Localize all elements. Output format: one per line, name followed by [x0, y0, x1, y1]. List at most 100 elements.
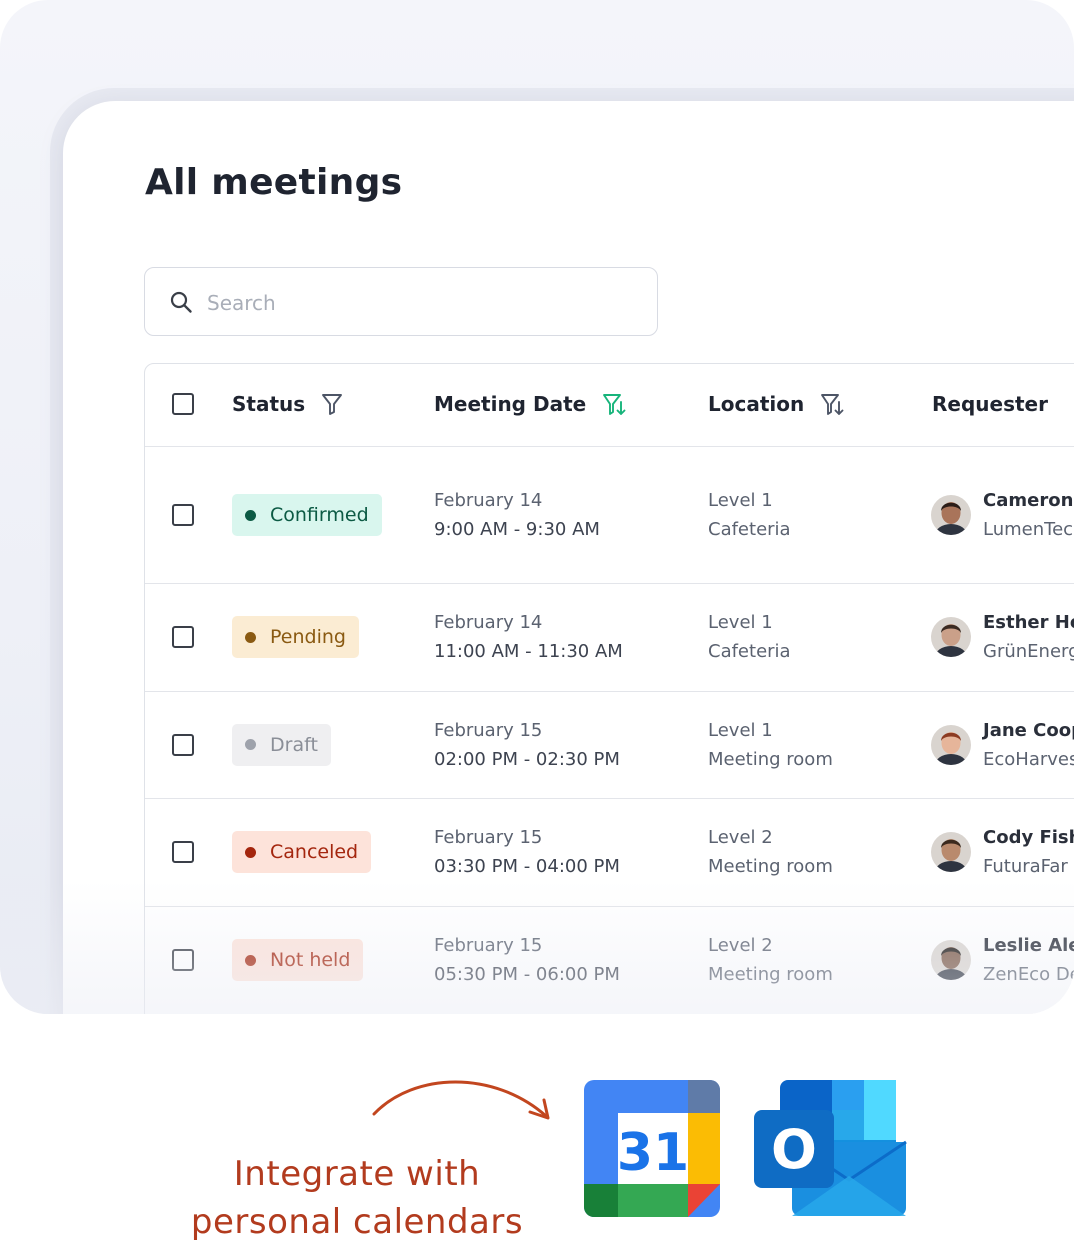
location-level: Level 1	[708, 612, 773, 633]
requester-cell: Leslie Ale ZenEco De	[983, 931, 1074, 989]
tagline-line-2: personal calendars	[190, 1202, 524, 1242]
status-label: Pending	[270, 626, 346, 648]
row-checkbox[interactable]	[172, 626, 194, 648]
stage-background: All meetings Status Meeting Date	[0, 0, 1074, 1014]
requester-cell: Esther Ho GrünEnerg	[983, 608, 1074, 666]
status-label: Draft	[270, 733, 318, 756]
requester-cell: Cody Fishe FuturaFar	[983, 823, 1074, 881]
location-room: Cafeteria	[708, 519, 791, 540]
avatar	[931, 724, 971, 765]
requester-name: Leslie Ale	[983, 935, 1074, 956]
meeting-date-cell: February 14 9:00 AM - 9:30 AM	[434, 486, 600, 544]
location-cell: Level 2 Meeting room	[708, 823, 833, 881]
outlook-letter: O	[771, 1118, 817, 1181]
status-badge: Canceled	[232, 831, 372, 873]
status-label: Not held	[270, 949, 351, 971]
column-header-label: Status	[232, 392, 306, 416]
column-header-label: Meeting Date	[434, 392, 587, 416]
filter-icon[interactable]	[321, 392, 343, 416]
tagline-line-1: Integrate with	[233, 1154, 481, 1194]
table-row[interactable]: Draft February 15 02:00 PM - 02:30 PM Level…	[145, 691, 1074, 799]
meeting-date-cell: February 15 02:00 PM - 02:30 PM	[434, 716, 620, 774]
meeting-time: 9:00 AM - 9:30 AM	[434, 519, 600, 540]
filter-sort-icon[interactable]	[602, 392, 626, 416]
row-checkbox[interactable]	[172, 504, 194, 526]
column-header-requester[interactable]: Requester	[932, 392, 1048, 416]
table-row[interactable]: Not held February 15 05:30 PM - 06:00 PM Le…	[145, 906, 1074, 1014]
column-header-label: Requester	[932, 392, 1048, 416]
location-level: Level 2	[708, 827, 773, 848]
column-header-location[interactable]: Location	[708, 392, 844, 416]
requester-company: EcoHarves	[983, 748, 1074, 770]
table-header: Status Meeting Date Location Requester	[145, 364, 1074, 447]
table-row[interactable]: Confirmed February 14 9:00 AM - 9:30 AM Lev…	[145, 447, 1074, 584]
avatar	[931, 495, 971, 535]
meeting-date: February 14	[434, 490, 543, 511]
meeting-time: 05:30 PM - 06:00 PM	[434, 964, 620, 985]
meeting-date: February 15	[434, 935, 543, 956]
page-title: All meetings	[145, 162, 403, 203]
avatar-image	[931, 495, 971, 535]
status-dot	[245, 954, 256, 966]
location-level: Level 1	[708, 719, 773, 741]
meeting-date: February 14	[434, 612, 543, 633]
meeting-date: February 15	[434, 719, 543, 741]
status-badge: Not held	[232, 939, 364, 981]
location-cell: Level 2 Meeting room	[708, 931, 833, 989]
requester-company: LumenTec	[983, 519, 1074, 540]
status-badge: Confirmed	[232, 494, 382, 536]
integration-tagline: Integrate with personal calendars	[170, 1150, 544, 1246]
requester-company: ZenEco De	[983, 964, 1074, 985]
location-room: Meeting room	[708, 964, 833, 985]
google-calendar-icon[interactable]: 31	[584, 1080, 720, 1217]
status-badge: Draft	[232, 723, 331, 766]
status-label: Canceled	[270, 841, 359, 863]
requester-company: GrünEnerg	[983, 641, 1074, 662]
meeting-time: 02:00 PM - 02:30 PM	[434, 748, 620, 770]
column-header-status[interactable]: Status	[232, 392, 343, 416]
outlook-icon[interactable]: O	[752, 1080, 908, 1217]
search-input[interactable]	[205, 288, 629, 318]
filter-sort-icon[interactable]	[820, 392, 844, 416]
row-checkbox[interactable]	[172, 949, 194, 971]
requester-name: Cody Fishe	[983, 827, 1074, 848]
avatar-image	[931, 832, 971, 872]
avatar	[931, 617, 971, 657]
requester-cell: Jane Coop EcoHarves	[983, 716, 1074, 774]
location-level: Level 1	[708, 490, 773, 511]
meeting-date-cell: February 15 03:30 PM - 04:00 PM	[434, 823, 620, 881]
meeting-time: 03:30 PM - 04:00 PM	[434, 856, 620, 877]
location-level: Level 2	[708, 935, 773, 956]
requester-name: Jane Coop	[983, 719, 1074, 741]
location-room: Meeting room	[708, 856, 833, 877]
meeting-date-cell: February 15 05:30 PM - 06:00 PM	[434, 931, 620, 989]
meeting-date-cell: February 14 11:00 AM - 11:30 AM	[434, 608, 623, 666]
status-badge: Pending	[232, 616, 359, 658]
search-icon	[170, 291, 192, 313]
row-checkbox[interactable]	[172, 841, 194, 863]
table-row[interactable]: Canceled February 15 03:30 PM - 04:00 PM Le…	[145, 798, 1074, 907]
column-header-label: Location	[708, 392, 805, 416]
calendar-day-number: 31	[617, 1123, 689, 1183]
requester-company: FuturaFar	[983, 856, 1068, 877]
meeting-date: February 15	[434, 827, 543, 848]
status-dot	[245, 739, 256, 750]
meetings-table: Status Meeting Date Location Requester C…	[144, 363, 1074, 1014]
row-checkbox[interactable]	[172, 733, 194, 756]
avatar-image	[931, 724, 971, 765]
avatar-image	[931, 940, 971, 980]
avatar-image	[931, 617, 971, 657]
status-dot	[245, 509, 256, 521]
location-cell: Level 1 Cafeteria	[708, 608, 791, 666]
select-all-checkbox[interactable]	[172, 393, 194, 415]
requester-name: Esther Ho	[983, 612, 1074, 633]
table-row[interactable]: Pending February 14 11:00 AM - 11:30 AM Lev…	[145, 583, 1074, 692]
requester-cell: Cameron W LumenTec	[983, 486, 1074, 544]
status-dot	[245, 631, 256, 643]
requester-name: Cameron W	[983, 490, 1074, 511]
column-header-meeting-date[interactable]: Meeting Date	[434, 392, 626, 416]
avatar	[931, 940, 971, 980]
location-room: Cafeteria	[708, 641, 791, 662]
status-label: Confirmed	[270, 504, 369, 526]
search-box[interactable]	[144, 267, 658, 336]
